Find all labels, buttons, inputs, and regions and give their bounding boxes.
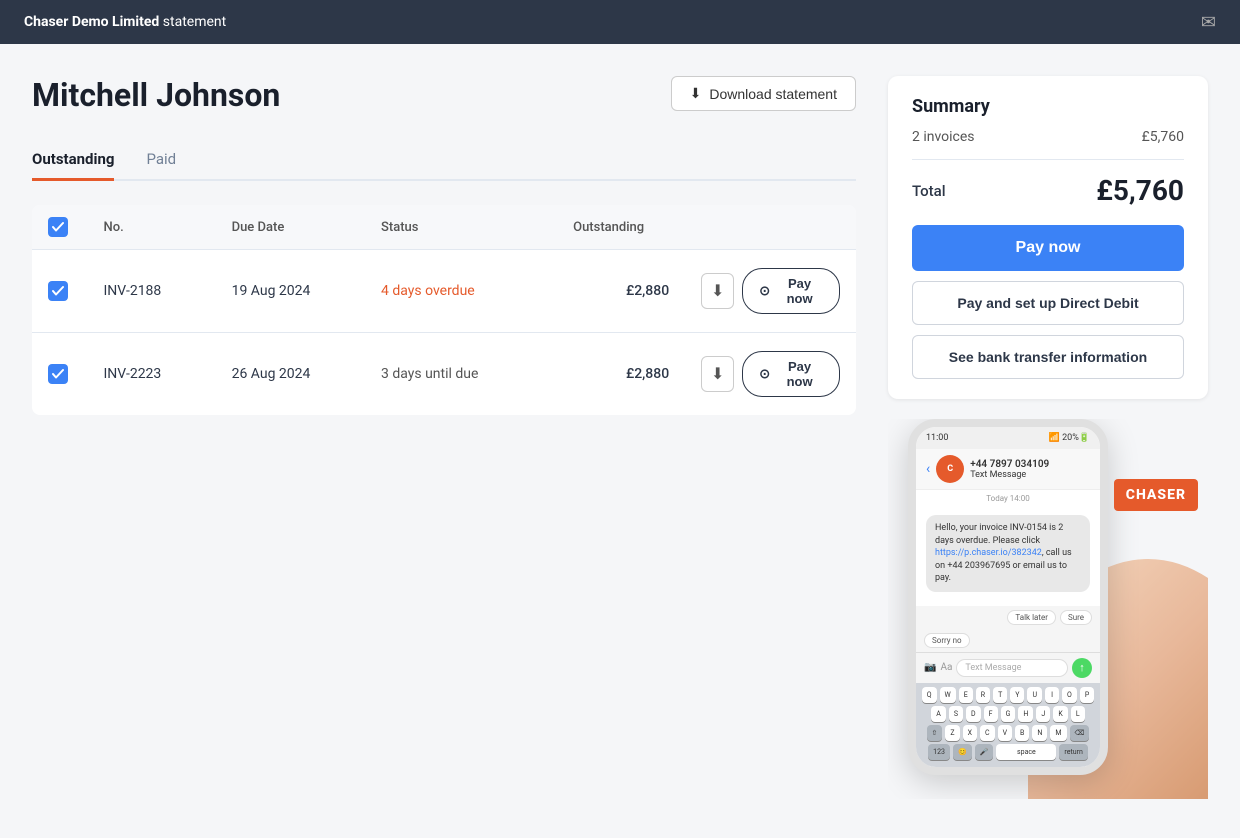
quick-reply-sorry[interactable]: Talk later [1007, 610, 1056, 625]
summary-invoice-row: 2 invoices £5,760 [912, 129, 1184, 145]
row1-due-date: 19 Aug 2024 [216, 250, 365, 333]
tab-outstanding[interactable]: Outstanding [32, 138, 114, 181]
tab-paid[interactable]: Paid [146, 138, 176, 181]
row2-pay-now-button[interactable]: ⊙ Pay now [742, 351, 840, 397]
app-icon: Aa [940, 662, 952, 673]
quick-reply-sure[interactable]: Sorry no [924, 633, 970, 648]
header-title: Chaser Demo Limited statement [24, 14, 226, 30]
row2-invoice-id: INV-2223 [88, 333, 216, 416]
quick-replies: Talk later Sure [916, 606, 1100, 629]
row2-outstanding: £2,880 [557, 333, 685, 416]
table-row: INV-2223 26 Aug 2024 3 days until due £2… [32, 333, 856, 416]
customer-name: Mitchell Johnson [32, 76, 280, 114]
row1-checkbox-cell [32, 250, 88, 333]
row1-outstanding: £2,880 [557, 250, 685, 333]
phone-message-header: ‹ C +44 7897 034109 Text Message [916, 449, 1100, 490]
chaser-avatar: C [936, 455, 964, 483]
top-bar: Mitchell Johnson ⬇ Download statement [32, 76, 856, 138]
phone-status-bar: 11:00 📶 20%🔋 [916, 427, 1100, 449]
summary-card: Summary 2 invoices £5,760 Total £5,760 P… [888, 76, 1208, 399]
row2-actions: ⬇ ⊙ Pay now [685, 333, 856, 416]
main-layout: Mitchell Johnson ⬇ Download statement Ou… [0, 44, 1240, 831]
app-header: Chaser Demo Limited statement ✉ [0, 0, 1240, 44]
summary-invoice-count: 2 invoices [912, 129, 975, 145]
row1-checkbox[interactable] [48, 281, 68, 301]
tabs: Outstanding Paid [32, 138, 856, 181]
circle-check-icon: ⊙ [759, 283, 770, 299]
phone-keyboard: QWERTYUIOP ASDFGHJKL ⇧ZXCVBNM⌫ 123😊🎤spac… [916, 683, 1100, 767]
table-row: INV-2188 19 Aug 2024 4 days overdue £2,8… [32, 250, 856, 333]
phone-message-body: Hello, your invoice INV-0154 is 2 days o… [916, 507, 1100, 606]
download-statement-button[interactable]: ⬇ Download statement [671, 76, 856, 111]
send-button[interactable]: ↑ [1072, 658, 1092, 678]
download-icon: ⬇ [690, 85, 702, 102]
phone-mockup: 11:00 📶 20%🔋 ‹ C +44 7897 034109 Text Me… [908, 419, 1108, 775]
quick-reply-talk-later[interactable]: Sure [1060, 610, 1092, 625]
summary-divider [912, 159, 1184, 160]
circle-check-icon-2: ⊙ [759, 366, 770, 382]
pay-now-button[interactable]: Pay now [912, 225, 1184, 271]
summary-title: Summary [912, 96, 1184, 117]
summary-invoice-total: £5,760 [1142, 129, 1184, 145]
chaser-logo: CHASER [1114, 479, 1198, 511]
header-no: No. [88, 205, 216, 250]
row1-status: 4 days overdue [365, 250, 557, 333]
row2-status: 3 days until due [365, 333, 557, 416]
header-actions [685, 205, 856, 250]
message-link: https://p.chaser.io/382342 [935, 548, 1042, 558]
bank-info-button[interactable]: See bank transfer information [912, 335, 1184, 379]
phone-contact-info: +44 7897 034109 Text Message [970, 459, 1049, 480]
email-icon[interactable]: ✉ [1201, 12, 1216, 33]
row1-pay-now-button[interactable]: ⊙ Pay now [742, 268, 840, 314]
row2-due-date: 26 Aug 2024 [216, 333, 365, 416]
back-arrow-icon: ‹ [926, 461, 930, 477]
phone-container: CHASER 11:00 📶 20%🔋 ‹ C +44 7897 034109 [888, 419, 1208, 799]
invoice-table: No. Due Date Status Outstanding [32, 205, 856, 415]
quick-replies-2: Sorry no [916, 629, 1100, 652]
phone-input-bar: 📷 Aa Text Message ↑ [916, 652, 1100, 683]
message-date: Today 14:00 [916, 490, 1100, 507]
summary-total-amount: £5,760 [1096, 174, 1184, 207]
summary-total-row: Total £5,760 [912, 174, 1184, 207]
header-due-date: Due Date [216, 205, 365, 250]
row1-download-button[interactable]: ⬇ [701, 273, 734, 309]
row1-actions: ⬇ ⊙ Pay now [685, 250, 856, 333]
direct-debit-button[interactable]: Pay and set up Direct Debit [912, 281, 1184, 325]
summary-total-label: Total [912, 182, 946, 200]
row2-checkbox-cell [32, 333, 88, 416]
phone-area: CHASER 11:00 📶 20%🔋 ‹ C +44 7897 034109 [888, 419, 1208, 799]
select-all-checkbox[interactable] [48, 217, 68, 237]
left-panel: Mitchell Johnson ⬇ Download statement Ou… [32, 76, 856, 799]
header-checkbox-col [32, 205, 88, 250]
camera-icon: 📷 [924, 662, 936, 673]
row2-checkbox[interactable] [48, 364, 68, 384]
header-status: Status [365, 205, 557, 250]
right-panel: Summary 2 invoices £5,760 Total £5,760 P… [888, 76, 1208, 799]
row1-invoice-id: INV-2188 [88, 250, 216, 333]
row2-download-button[interactable]: ⬇ [701, 356, 734, 392]
table-header-row: No. Due Date Status Outstanding [32, 205, 856, 250]
message-bubble: Hello, your invoice INV-0154 is 2 days o… [926, 515, 1090, 592]
phone-text-input[interactable]: Text Message [956, 659, 1068, 677]
header-outstanding: Outstanding [557, 205, 685, 250]
